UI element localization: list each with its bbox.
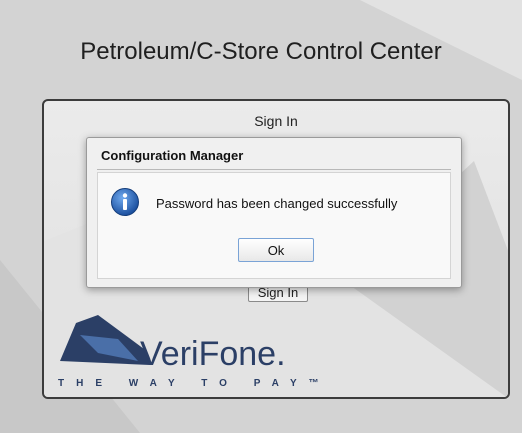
verifone-logo: VeriFone. <box>60 315 286 373</box>
info-icon <box>111 188 139 216</box>
dialog-body: Password has been changed successfully O… <box>97 172 451 279</box>
page-title: Petroleum/C-Store Control Center <box>80 38 442 65</box>
dialog-message: Password has been changed successfully <box>156 196 398 211</box>
config-manager-dialog: Configuration Manager Password has been … <box>86 137 462 288</box>
signin-heading: Sign In <box>254 113 298 129</box>
dialog-divider <box>97 169 451 170</box>
brand-tagline: THE WAY TO PAY™ <box>58 378 331 389</box>
dialog-title: Configuration Manager <box>101 148 244 163</box>
brand-name: VeriFone. <box>140 335 286 373</box>
ok-button[interactable]: Ok <box>238 238 314 262</box>
